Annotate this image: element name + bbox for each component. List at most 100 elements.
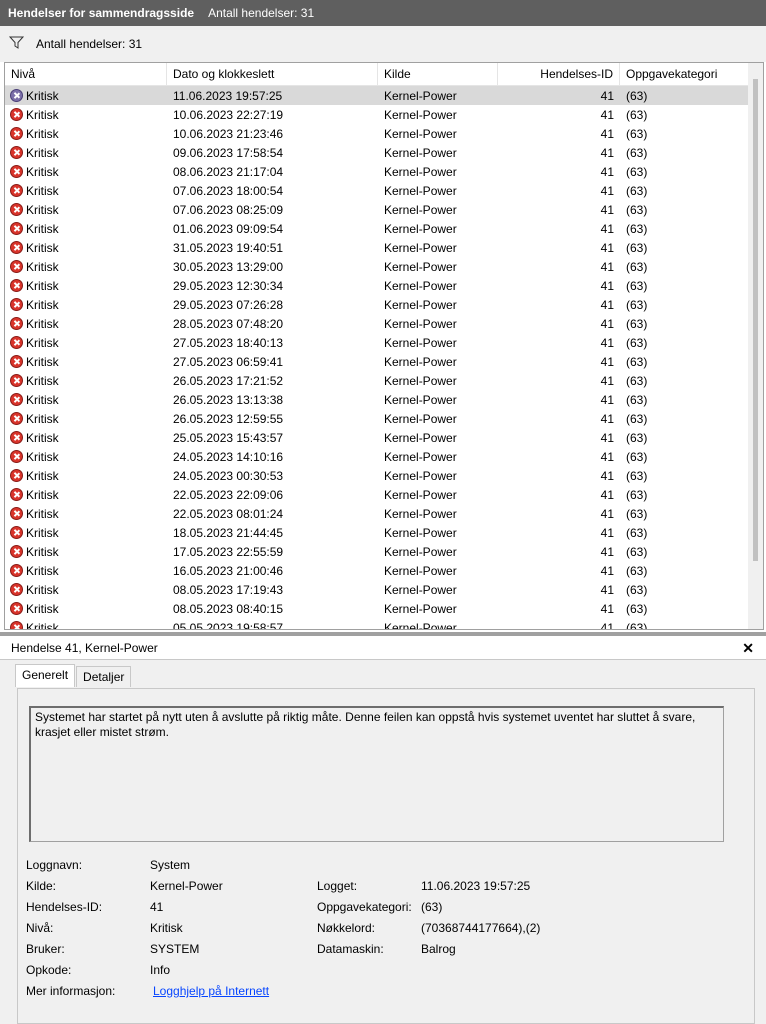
opcode-value[interactable]: Info — [150, 963, 170, 977]
table-row[interactable]: Kritisk 24.05.2023 14:10:16 Kernel-Power 41… — [5, 447, 749, 466]
source-value[interactable]: Kernel-Power — [150, 879, 223, 893]
cell-level: Kritisk — [5, 165, 167, 179]
cell-source: Kernel-Power — [384, 430, 457, 445]
critical-error-icon — [10, 412, 23, 425]
title-main: Hendelser for sammendragsside — [8, 6, 195, 20]
cell-task-category: (63) — [626, 240, 648, 255]
level-text: Kritisk — [26, 620, 59, 630]
keywords-label: Nøkkelord: — [317, 921, 376, 935]
cell-event-id: 41 — [600, 145, 614, 160]
cell-source: Kernel-Power — [384, 126, 457, 141]
table-row[interactable]: Kritisk 28.05.2023 07:48:20 Kernel-Power 41… — [5, 314, 749, 333]
critical-error-icon — [10, 393, 23, 406]
level-text: Kritisk — [26, 145, 59, 160]
cell-date: 08.06.2023 21:17:04 — [173, 164, 284, 179]
critical-error-icon — [10, 279, 23, 292]
task-category-value[interactable]: (63) — [421, 900, 442, 914]
vertical-scrollbar[interactable] — [748, 63, 763, 629]
log-name-value[interactable]: System — [150, 858, 190, 872]
table-row[interactable]: Kritisk 22.05.2023 08:01:24 Kernel-Power 41… — [5, 504, 749, 523]
table-row[interactable]: Kritisk 26.05.2023 13:13:38 Kernel-Power 41… — [5, 390, 749, 409]
cell-event-id: 41 — [600, 582, 614, 597]
table-row[interactable]: Kritisk 07.06.2023 08:25:09 Kernel-Power 41… — [5, 200, 749, 219]
tab-details[interactable]: Detaljer — [76, 666, 132, 687]
table-row[interactable]: Kritisk 10.06.2023 21:23:46 Kernel-Power 41… — [5, 124, 749, 143]
cell-event-id: 41 — [600, 183, 614, 198]
cell-event-id: 41 — [600, 107, 614, 122]
table-row[interactable]: Kritisk 24.05.2023 00:30:53 Kernel-Power 41… — [5, 466, 749, 485]
cell-source: Kernel-Power — [384, 316, 457, 331]
table-row[interactable]: Kritisk 05.05.2023 19:58:57 Kernel-Power 41… — [5, 618, 749, 630]
title-count: Antall hendelser: 31 — [208, 6, 315, 20]
column-header-task-category[interactable]: Oppgavekategori — [620, 63, 745, 85]
table-row[interactable]: Kritisk 22.05.2023 22:09:06 Kernel-Power 41… — [5, 485, 749, 504]
table-row[interactable]: Kritisk 01.06.2023 09:09:54 Kernel-Power 41… — [5, 219, 749, 238]
table-row[interactable]: Kritisk 07.06.2023 18:00:54 Kernel-Power 41… — [5, 181, 749, 200]
event-detail-pane: Hendelse 41, Kernel-Power ✕ Generelt Det… — [0, 636, 766, 1024]
critical-error-icon — [10, 165, 23, 178]
cell-date: 26.05.2023 12:59:55 — [173, 411, 284, 426]
table-row[interactable]: Kritisk 27.05.2023 06:59:41 Kernel-Power 41… — [5, 352, 749, 371]
critical-error-icon — [10, 184, 23, 197]
table-row[interactable]: Kritisk 17.05.2023 22:55:59 Kernel-Power 41… — [5, 542, 749, 561]
table-row[interactable]: Kritisk 09.06.2023 17:58:54 Kernel-Power 41… — [5, 143, 749, 162]
cell-level: Kritisk — [5, 431, 167, 445]
table-row[interactable]: Kritisk 16.05.2023 21:00:46 Kernel-Power 41… — [5, 561, 749, 580]
cell-level: Kritisk — [5, 412, 167, 426]
level-text: Kritisk — [26, 487, 59, 502]
critical-error-icon — [10, 564, 23, 577]
critical-error-icon — [10, 317, 23, 330]
cell-event-id: 41 — [600, 392, 614, 407]
cell-date: 24.05.2023 00:30:53 — [173, 468, 284, 483]
cell-task-category: (63) — [626, 430, 648, 445]
table-row[interactable]: Kritisk 08.05.2023 08:40:15 Kernel-Power 41… — [5, 599, 749, 618]
critical-error-icon — [10, 336, 23, 349]
cell-source: Kernel-Power — [384, 202, 457, 217]
table-row[interactable]: Kritisk 31.05.2023 19:40:51 Kernel-Power 41… — [5, 238, 749, 257]
filter-icon[interactable] — [8, 36, 25, 52]
column-header-event-id[interactable]: Hendelses-ID — [498, 63, 620, 85]
table-row[interactable]: Kritisk 25.05.2023 15:43:57 Kernel-Power 41… — [5, 428, 749, 447]
cell-source: Kernel-Power — [384, 620, 457, 630]
computer-value[interactable]: Balrog — [421, 942, 456, 956]
table-row[interactable]: Kritisk 30.05.2023 13:29:00 Kernel-Power 41… — [5, 257, 749, 276]
table-row[interactable]: Kritisk 10.06.2023 22:27:19 Kernel-Power 41… — [5, 105, 749, 124]
event-description[interactable]: Systemet har startet på nytt uten å avsl… — [29, 706, 724, 842]
level-value[interactable]: Kritisk — [150, 921, 183, 935]
detail-title: Hendelse 41, Kernel-Power — [11, 640, 158, 655]
table-row[interactable]: Kritisk 08.06.2023 21:17:04 Kernel-Power 41… — [5, 162, 749, 181]
logged-value[interactable]: 11.06.2023 19:57:25 — [421, 879, 530, 893]
cell-task-category: (63) — [626, 145, 648, 160]
cell-level: Kritisk — [5, 374, 167, 388]
table-row[interactable]: Kritisk 27.05.2023 18:40:13 Kernel-Power 41… — [5, 333, 749, 352]
cell-event-id: 41 — [600, 544, 614, 559]
table-row[interactable]: Kritisk 18.05.2023 21:44:45 Kernel-Power 41… — [5, 523, 749, 542]
source-label: Kilde: — [26, 879, 57, 893]
cell-event-id: 41 — [600, 221, 614, 236]
cell-level: Kritisk — [5, 317, 167, 331]
event-id-value[interactable]: 41 — [150, 900, 163, 914]
table-row[interactable]: Kritisk 08.05.2023 17:19:43 Kernel-Power 41… — [5, 580, 749, 599]
keywords-value[interactable]: (70368744177664),(2) — [421, 921, 540, 935]
table-row[interactable]: Kritisk 29.05.2023 07:26:28 Kernel-Power 41… — [5, 295, 749, 314]
column-header-date[interactable]: Dato og klokkeslett — [167, 63, 378, 85]
cell-event-id: 41 — [600, 620, 614, 630]
critical-error-icon — [10, 374, 23, 387]
table-row[interactable]: Kritisk 11.06.2023 19:57:25 Kernel-Power 41… — [5, 86, 749, 105]
scrollbar-thumb[interactable] — [753, 79, 758, 561]
event-log-online-help-link[interactable]: Logghjelp på Internett — [153, 984, 269, 998]
cell-event-id: 41 — [600, 164, 614, 179]
user-value[interactable]: SYSTEM — [150, 942, 199, 956]
table-row[interactable]: Kritisk 26.05.2023 12:59:55 Kernel-Power 41… — [5, 409, 749, 428]
cell-event-id: 41 — [600, 449, 614, 464]
table-row[interactable]: Kritisk 26.05.2023 17:21:52 Kernel-Power 41… — [5, 371, 749, 390]
tab-general[interactable]: Generelt — [15, 664, 76, 687]
cell-source: Kernel-Power — [384, 164, 457, 179]
table-row[interactable]: Kritisk 29.05.2023 12:30:34 Kernel-Power 41… — [5, 276, 749, 295]
close-icon[interactable]: ✕ — [742, 640, 754, 657]
critical-error-icon — [10, 108, 23, 121]
cell-level: Kritisk — [5, 203, 167, 217]
column-header-source[interactable]: Kilde — [378, 63, 498, 85]
column-header-level[interactable]: Nivå — [5, 63, 167, 85]
filter-count-label: Antall hendelser: 31 — [36, 37, 143, 51]
